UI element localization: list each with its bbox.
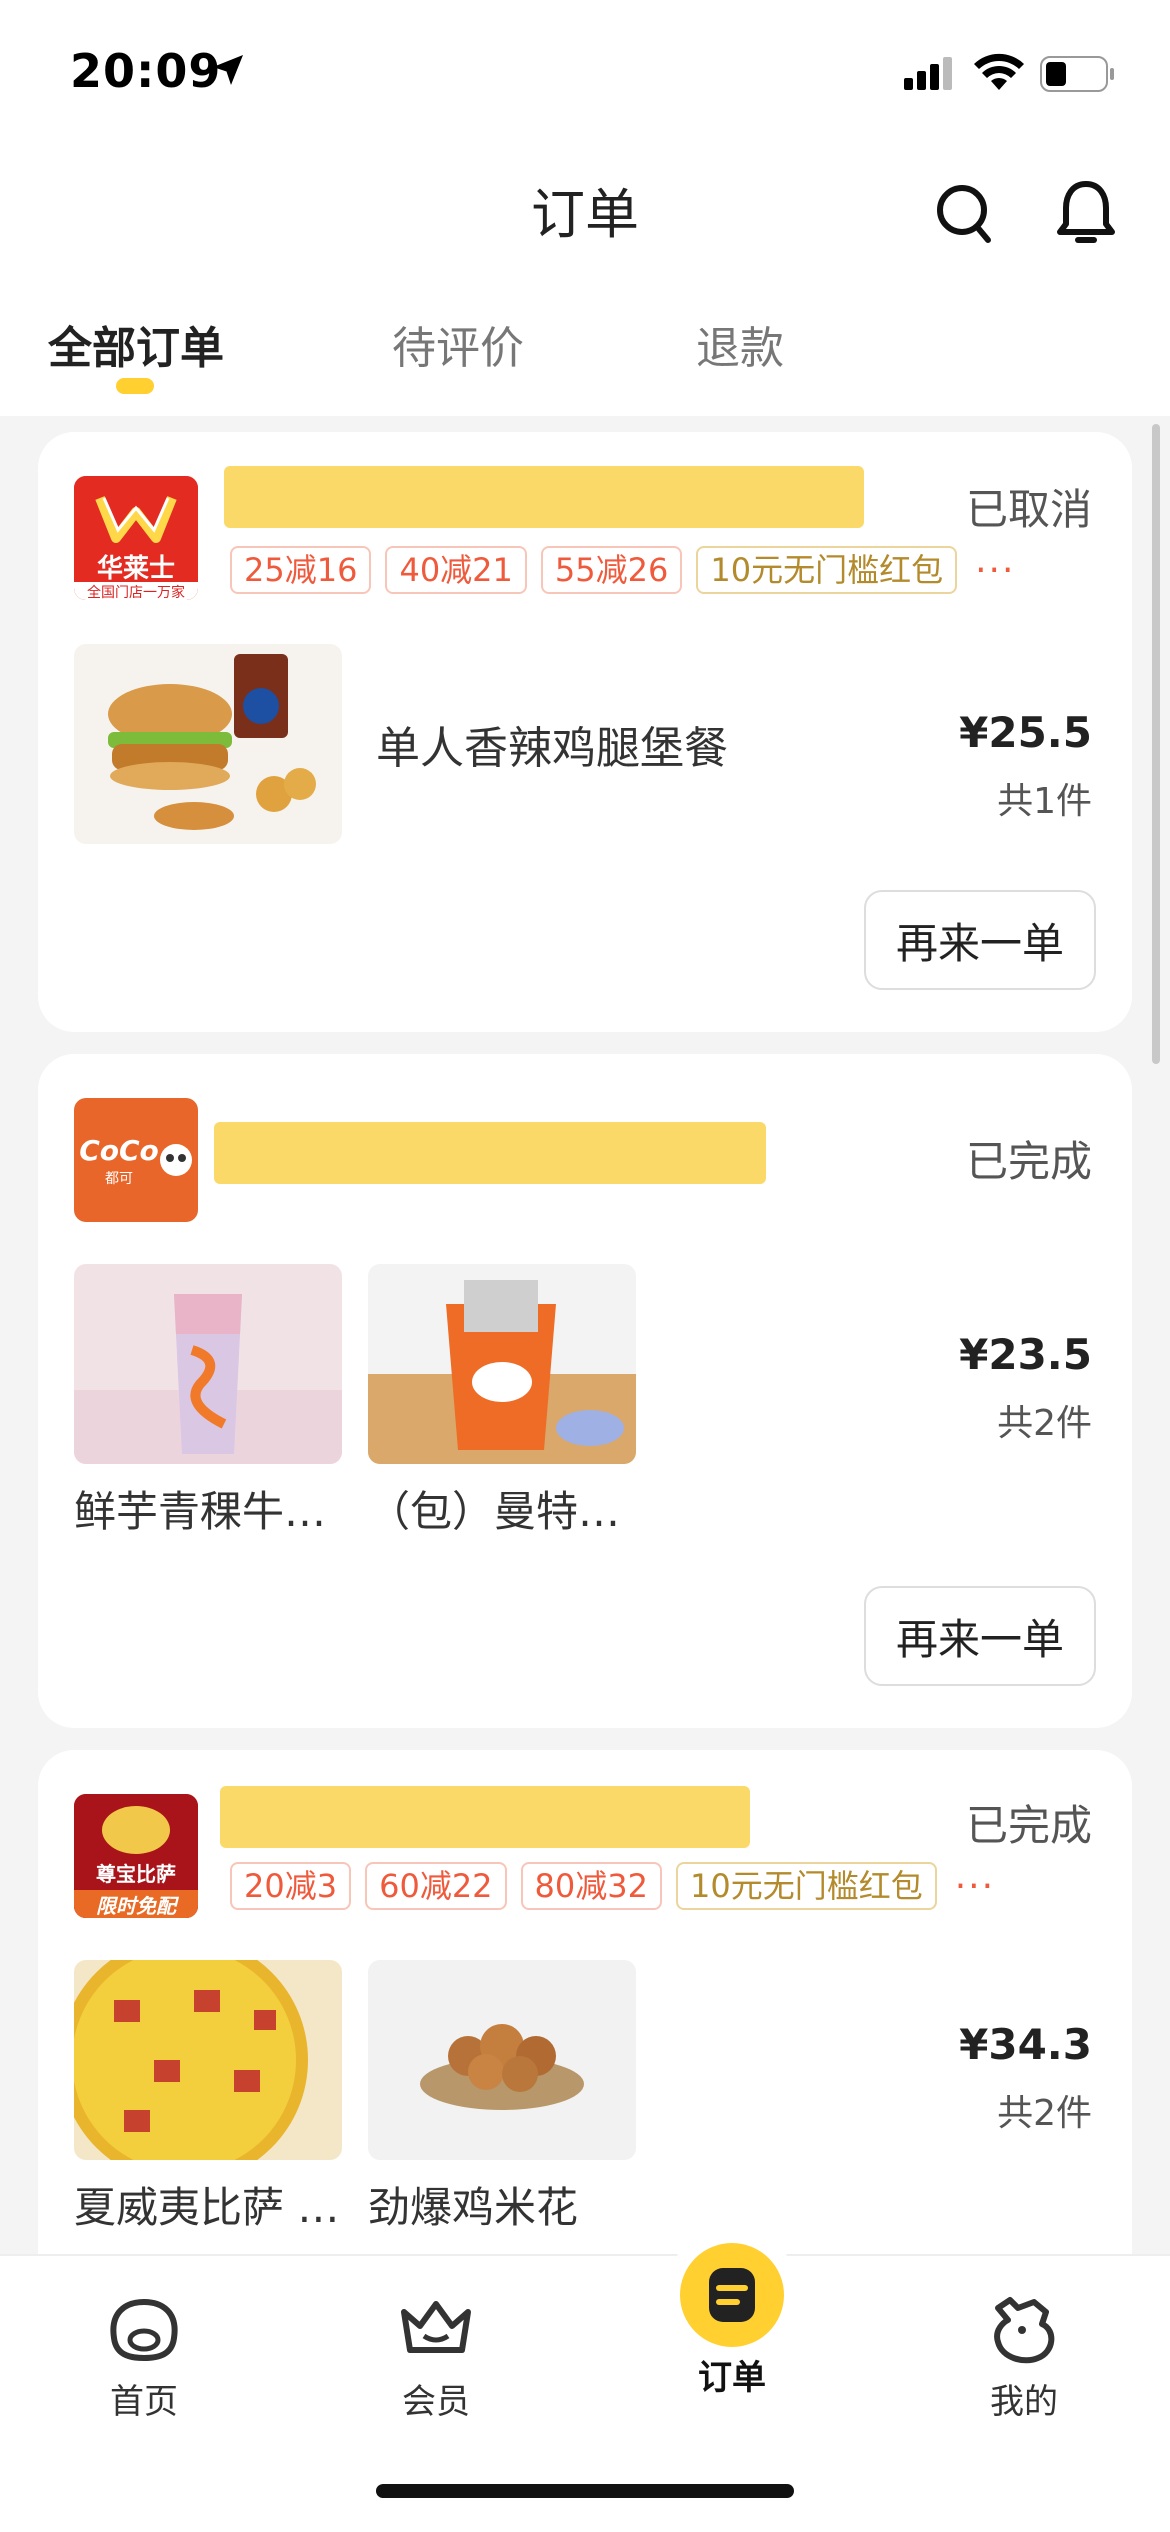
logo-brand-text: 尊宝比萨 — [96, 1862, 176, 1886]
store-name-redacted — [220, 1786, 750, 1848]
nav-bar: 订单 — [0, 150, 1170, 290]
order-price: ¥25.5 — [959, 708, 1092, 757]
scrollbar[interactable] — [1152, 424, 1160, 1064]
tabbar-item-orders[interactable]: 订单 — [652, 2240, 812, 2399]
store-logo-zunbao: 尊宝比萨 限时免配 — [74, 1794, 198, 1918]
item-thumbnail — [74, 1960, 342, 2160]
reorder-button[interactable]: 再来一单 — [864, 1586, 1096, 1686]
store-logo-coco: CoCo 都可 — [74, 1098, 198, 1222]
taro-milk-tea-image — [74, 1294, 342, 1464]
location-arrow-icon — [213, 55, 243, 85]
promo-tag: 20减3 — [230, 1862, 352, 1910]
order-card[interactable]: CoCo 都可 已完成 鲜芋青稞牛… （包）曼特… ¥23.5 共2件 再来一单 — [38, 1054, 1132, 1728]
item-thumbnail — [74, 1264, 342, 1464]
home-indicator — [376, 2484, 794, 2498]
store-name-redacted — [224, 466, 864, 528]
order-card[interactable]: 尊宝比萨 限时免配 已完成 20减3 60减22 80减32 10元无门槛红包 … — [38, 1750, 1132, 2310]
item-name: （包）曼特… — [368, 1487, 621, 1536]
order-price: ¥23.5 — [959, 1330, 1092, 1379]
tab-refund[interactable]: 退款 — [696, 312, 784, 376]
status-bar: 20:09 — [0, 0, 1170, 150]
hawaiian-pizza-image — [74, 1960, 308, 2160]
profile-icon — [994, 2297, 1055, 2364]
item-thumbnail — [368, 1960, 636, 2160]
drip-coffee-image — [368, 1280, 636, 1464]
promo-tags: 25减16 40减21 55减26 10元无门槛红包 ··· — [230, 546, 1015, 594]
battery-icon — [1040, 56, 1114, 92]
order-status: 已取消 — [965, 485, 1092, 534]
tab-pending-review[interactable]: 待评价 — [392, 312, 524, 376]
tabbar-label: 首页 — [110, 2382, 178, 2422]
order-item-count: 共2件 — [997, 1403, 1092, 1444]
item-name: 夏威夷比萨 … — [74, 2183, 340, 2232]
order-status: 已完成 — [965, 1801, 1092, 1850]
page-title: 订单 — [531, 183, 639, 246]
coco-mascot-icon — [160, 1144, 192, 1176]
item-thumbnail — [368, 1264, 636, 1464]
order-status: 已完成 — [965, 1137, 1092, 1186]
item-name: 单人香辣鸡腿堡餐 — [376, 723, 728, 774]
red-packet-tag: 10元无门槛红包 — [676, 1862, 937, 1910]
bell-icon[interactable] — [1054, 178, 1118, 248]
tab-all-orders[interactable]: 全部订单 — [48, 312, 224, 376]
status-time: 20:09 — [70, 44, 222, 98]
order-icon — [680, 2243, 784, 2347]
tab-indicator — [116, 378, 154, 394]
tabbar-item-member[interactable]: 会员 — [356, 2278, 516, 2423]
logo-sub-text: 限时免配 — [96, 1894, 176, 1918]
red-packet-tag: 10元无门槛红包 — [696, 546, 958, 594]
logo-brand-text: 华莱士 — [96, 554, 175, 584]
order-tabs: 全部订单 待评价 退款 — [0, 290, 1170, 416]
promo-tags: 20减3 60减22 80减32 10元无门槛红包 ··· — [230, 1862, 995, 1910]
order-price: ¥34.3 — [959, 2020, 1092, 2069]
promo-tag: 80减32 — [520, 1862, 662, 1910]
promo-tag: 25减16 — [230, 546, 372, 594]
logo-brand-text: CoCo — [79, 1134, 159, 1167]
order-card[interactable]: 华莱士 全国门店一万家 已取消 25减16 40减21 55减26 10元无门槛… — [38, 432, 1132, 1032]
order-item-count: 共1件 — [997, 781, 1092, 822]
burger-meal-image — [108, 654, 316, 830]
reorder-button[interactable]: 再来一单 — [864, 890, 1096, 990]
member-crown-icon — [401, 2301, 471, 2353]
tabbar-label: 订单 — [698, 2358, 766, 2398]
tabbar-label: 我的 — [990, 2382, 1058, 2422]
item-name: 鲜芋青稞牛… — [74, 1487, 327, 1536]
cellular-signal-icon — [904, 57, 952, 90]
tabbar-item-profile[interactable]: 我的 — [944, 2278, 1104, 2423]
logo-sub-text: 全国门店一万家 — [87, 585, 185, 600]
more-promos-icon[interactable]: ··· — [975, 550, 1015, 591]
promo-tag: 55减26 — [540, 546, 683, 594]
promo-tag: 60减22 — [365, 1862, 507, 1910]
popcorn-chicken-image — [420, 2024, 584, 2110]
tabbar-item-home[interactable]: 首页 — [64, 2278, 224, 2423]
home-icon — [110, 2298, 178, 2362]
logo-sub-text: 都可 — [105, 1171, 133, 1187]
store-name-redacted — [214, 1122, 766, 1184]
promo-tag: 40减21 — [385, 546, 527, 594]
item-thumbnail — [74, 644, 342, 844]
order-item-count: 共2件 — [997, 2093, 1092, 2134]
search-icon[interactable] — [934, 182, 994, 246]
item-name: 劲爆鸡米花 — [368, 2183, 579, 2232]
more-promos-icon[interactable]: ··· — [955, 1866, 995, 1907]
store-logo-wallace: 华莱士 全国门店一万家 — [74, 476, 198, 600]
tabbar-label: 会员 — [402, 2382, 470, 2422]
wifi-icon — [974, 53, 1024, 90]
